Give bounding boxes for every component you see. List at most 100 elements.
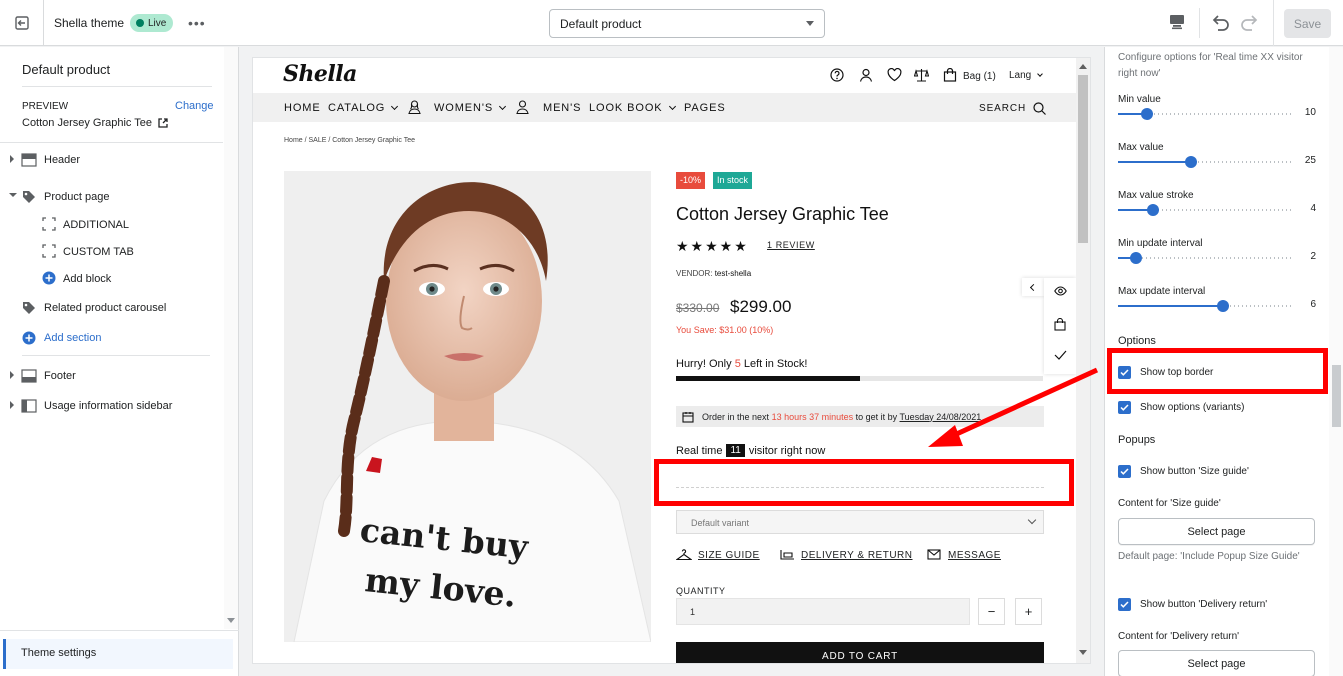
size-guide-label: SIZE GUIDE bbox=[698, 549, 760, 561]
variant-value: Default variant bbox=[691, 518, 750, 528]
section-related-product-carousel[interactable]: Related product carousel bbox=[0, 297, 223, 319]
block-additional[interactable]: ADDITIONAL bbox=[0, 214, 223, 236]
highlight-box-setting bbox=[1107, 348, 1328, 394]
sale-price: $299.00 bbox=[730, 297, 792, 316]
order-time: 13 hours 37 minutes bbox=[771, 411, 854, 422]
add-to-cart-button[interactable]: ADD TO CART bbox=[676, 642, 1044, 663]
desktop-icon bbox=[1168, 13, 1186, 31]
nav-item-mens[interactable]: MEN'S bbox=[543, 102, 581, 114]
search-button[interactable]: SEARCH bbox=[979, 102, 1047, 115]
more-actions-button[interactable]: ••• bbox=[188, 15, 206, 31]
template-select[interactable]: Default product bbox=[549, 9, 825, 38]
quantity-increase-button[interactable]: + bbox=[1015, 598, 1042, 625]
compare-scale-icon[interactable] bbox=[914, 68, 929, 82]
page-title: Default product bbox=[22, 62, 111, 77]
section-footer[interactable]: Footer bbox=[0, 365, 223, 387]
quantity-label: QUANTITY bbox=[676, 586, 726, 596]
chevron-down-icon bbox=[1027, 515, 1037, 525]
section-product-page[interactable]: Product page bbox=[0, 186, 223, 208]
undo-button[interactable] bbox=[1210, 14, 1230, 32]
select-page-size-guide-button[interactable]: Select page bbox=[1118, 518, 1315, 545]
select-page-delivery-return-button[interactable]: Select page bbox=[1118, 650, 1315, 676]
quantity-decrease-button[interactable]: − bbox=[978, 598, 1005, 625]
show-delivery-return-checkbox[interactable]: Show button 'Delivery return' bbox=[1118, 598, 1267, 611]
theme-settings-bar: Theme settings bbox=[0, 630, 239, 676]
vendor-value[interactable]: test-shella bbox=[715, 269, 751, 278]
theme-name: Shella theme bbox=[54, 16, 125, 30]
shopping-bag-icon[interactable] bbox=[943, 68, 957, 82]
check-icon[interactable] bbox=[1054, 350, 1067, 360]
slider-min-value[interactable]: Min value 10 bbox=[1118, 94, 1318, 134]
checkbox-checked-icon[interactable] bbox=[1118, 598, 1131, 611]
add-section-button[interactable]: Add section bbox=[0, 327, 223, 349]
nav-item-catalog[interactable]: CATALOG bbox=[328, 102, 399, 114]
checkbox-checked-icon[interactable] bbox=[1118, 465, 1131, 478]
add-block-button[interactable]: Add block bbox=[0, 268, 223, 290]
chevron-left-icon bbox=[1029, 283, 1037, 291]
change-preview-link[interactable]: Change bbox=[175, 100, 214, 112]
checkbox-checked-icon[interactable] bbox=[1118, 401, 1131, 414]
section-usage-information-sidebar[interactable]: Usage information sidebar bbox=[0, 395, 223, 417]
vendor-label: VENDOR: bbox=[676, 269, 713, 278]
scroll-thumb[interactable] bbox=[1078, 75, 1088, 243]
slider-handle[interactable] bbox=[1147, 204, 1159, 216]
hurry-prefix: Hurry! Only bbox=[676, 358, 735, 370]
product-image[interactable]: can't buy my love. bbox=[284, 171, 651, 642]
preview-scrollbar[interactable] bbox=[1076, 58, 1090, 663]
show-options-variants-checkbox[interactable]: Show options (variants) bbox=[1118, 401, 1245, 414]
scroll-thumb[interactable] bbox=[1332, 365, 1341, 427]
nav-item-home[interactable]: HOME bbox=[284, 102, 321, 114]
nav-label: LOOK BOOK bbox=[589, 102, 663, 114]
nav-label: HOME bbox=[284, 102, 321, 114]
sections-sidebar: Default product PREVIEW Change Cotton Je… bbox=[0, 47, 239, 676]
exit-button[interactable] bbox=[0, 0, 44, 46]
breadcrumb[interactable]: Home / SALE / Cotton Jersey Graphic Tee bbox=[284, 137, 415, 144]
slider-min-update-interval[interactable]: Min update interval 2 bbox=[1118, 238, 1318, 278]
slider-max-value-stroke[interactable]: Max value stroke 4 bbox=[1118, 190, 1318, 230]
nav-label: WOMEN'S bbox=[434, 102, 494, 114]
slider-max-update-interval[interactable]: Max update interval 6 bbox=[1118, 286, 1318, 326]
message-label: MESSAGE bbox=[948, 549, 1001, 561]
review-link[interactable]: 1 REVIEW bbox=[767, 240, 815, 250]
size-guide-link[interactable]: SIZE GUIDE bbox=[676, 549, 760, 561]
highlight-box-preview bbox=[654, 459, 1074, 506]
delivery-return-link[interactable]: DELIVERY & RETURN bbox=[780, 549, 913, 561]
slider-handle[interactable] bbox=[1141, 108, 1153, 120]
show-size-guide-checkbox[interactable]: Show button 'Size guide' bbox=[1118, 465, 1249, 478]
nav-item-look-book[interactable]: LOOK BOOK bbox=[589, 102, 676, 114]
redo-button[interactable] bbox=[1240, 14, 1260, 32]
search-icon bbox=[1033, 102, 1047, 115]
slider-max-value[interactable]: Max value 25 bbox=[1118, 142, 1318, 182]
language-selector[interactable]: Lang bbox=[1009, 70, 1043, 81]
preview-product-link[interactable]: Cotton Jersey Graphic Tee bbox=[22, 117, 168, 129]
section-label: Related product carousel bbox=[44, 302, 167, 314]
tag-icon bbox=[21, 300, 37, 316]
store-logo[interactable]: Shella bbox=[283, 61, 357, 87]
bag-label[interactable]: Bag (1) bbox=[963, 71, 996, 82]
quantity-input[interactable]: 1 bbox=[676, 598, 970, 625]
eye-icon[interactable] bbox=[1054, 286, 1067, 296]
slider-track[interactable] bbox=[1118, 257, 1293, 259]
wishlist-heart-icon[interactable] bbox=[887, 68, 902, 82]
account-icon[interactable] bbox=[859, 68, 873, 82]
man-icon bbox=[516, 100, 529, 114]
slider-handle[interactable] bbox=[1217, 300, 1229, 312]
help-icon[interactable] bbox=[830, 68, 844, 82]
section-header[interactable]: Header bbox=[0, 149, 223, 171]
tools-toggle[interactable] bbox=[1022, 278, 1044, 296]
desktop-preview-button[interactable] bbox=[1168, 13, 1186, 31]
nav-item-womens[interactable]: WOMEN'S bbox=[434, 102, 507, 114]
slider-handle[interactable] bbox=[1130, 252, 1142, 264]
slider-handle[interactable] bbox=[1185, 156, 1197, 168]
sidebar-scrollbar[interactable] bbox=[224, 47, 238, 629]
expand-arrow-icon bbox=[9, 155, 15, 163]
content-size-guide-label: Content for 'Size guide' bbox=[1118, 498, 1221, 509]
theme-settings-button[interactable]: Theme settings bbox=[3, 639, 233, 669]
settings-scrollbar[interactable] bbox=[1329, 47, 1343, 676]
save-button[interactable]: Save bbox=[1284, 9, 1331, 38]
block-custom-tab[interactable]: CUSTOM TAB bbox=[0, 241, 223, 263]
variant-select[interactable]: Default variant bbox=[676, 510, 1044, 534]
message-link[interactable]: MESSAGE bbox=[927, 549, 1001, 561]
nav-item-pages[interactable]: PAGES bbox=[684, 102, 726, 114]
bag-icon[interactable] bbox=[1054, 318, 1066, 331]
